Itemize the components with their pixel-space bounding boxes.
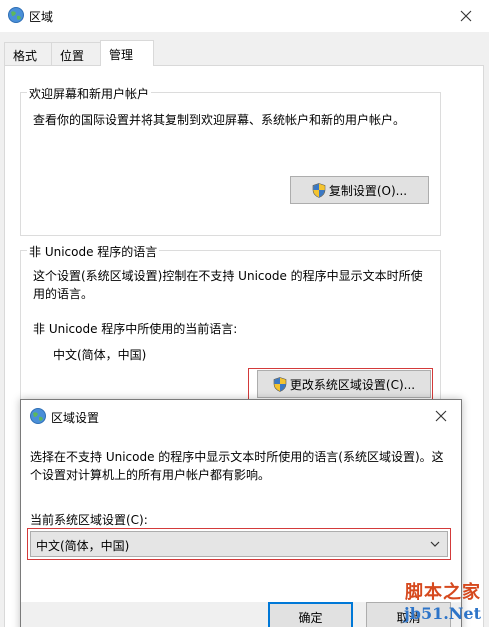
group-label: 非 Unicode 程序的语言 xyxy=(27,243,160,260)
globe-icon xyxy=(8,7,24,23)
close-icon xyxy=(435,410,447,422)
uac-shield-icon xyxy=(312,182,326,198)
watermark-line2: jb51.Net xyxy=(403,604,481,623)
ok-button[interactable]: 确定 xyxy=(268,602,353,627)
watermark: 脚本之家 jb51.Net xyxy=(404,578,481,623)
current-language-label: 非 Unicode 程序中所使用的当前语言: xyxy=(33,322,238,336)
globe-icon xyxy=(30,408,46,424)
button-label: 复制设置(O)... xyxy=(328,183,408,198)
region-settings-dialog: 区域设置 选择在不支持 Unicode 的程序中显示文本时所使用的语言(系统区域… xyxy=(20,399,462,627)
dialog-title: 区域设置 xyxy=(51,411,100,425)
dialog-description-line2: 个设置对计算机上的所有用户帐户都有影响。 xyxy=(30,468,271,482)
copy-settings-button[interactable]: 复制设置(O)... xyxy=(290,176,429,204)
dialog-body: 选择在不支持 Unicode 的程序中显示文本时所使用的语言(系统区域设置)。这… xyxy=(21,432,461,602)
welcome-description: 查看你的国际设置并将其复制到欢迎屏幕、系统帐户和新的用户帐户。 xyxy=(33,113,406,127)
dialog-titlebar: 区域设置 xyxy=(21,400,461,432)
tab-format[interactable]: 格式 xyxy=(4,42,52,65)
close-icon xyxy=(460,10,472,22)
close-button[interactable] xyxy=(443,0,489,32)
tab-administrative[interactable]: 管理 xyxy=(100,40,154,66)
tab-location[interactable]: 位置 xyxy=(51,42,101,65)
nonunicode-description-line2: 用的语言。 xyxy=(33,287,94,301)
titlebar: 区域 xyxy=(0,0,489,32)
window-title: 区域 xyxy=(29,10,54,24)
current-language-value: 中文(简体，中国) xyxy=(53,348,147,362)
nonunicode-description-line1: 这个设置(系统区域设置)控制在不支持 Unicode 的程序中显示文本时所使 xyxy=(33,269,423,283)
dialog-description-line1: 选择在不支持 Unicode 的程序中显示文本时所使用的语言(系统区域设置)。这 xyxy=(30,450,444,464)
watermark-line1: 脚本之家 xyxy=(405,582,481,603)
welcome-screen-group: 欢迎屏幕和新用户帐户 查看你的国际设置并将其复制到欢迎屏幕、系统帐户和新的用户帐… xyxy=(20,85,441,236)
group-label: 欢迎屏幕和新用户帐户 xyxy=(27,85,152,102)
highlight-frame xyxy=(27,528,451,560)
system-locale-label: 当前系统区域设置(C): xyxy=(30,513,148,527)
dialog-close-button[interactable] xyxy=(421,400,461,432)
